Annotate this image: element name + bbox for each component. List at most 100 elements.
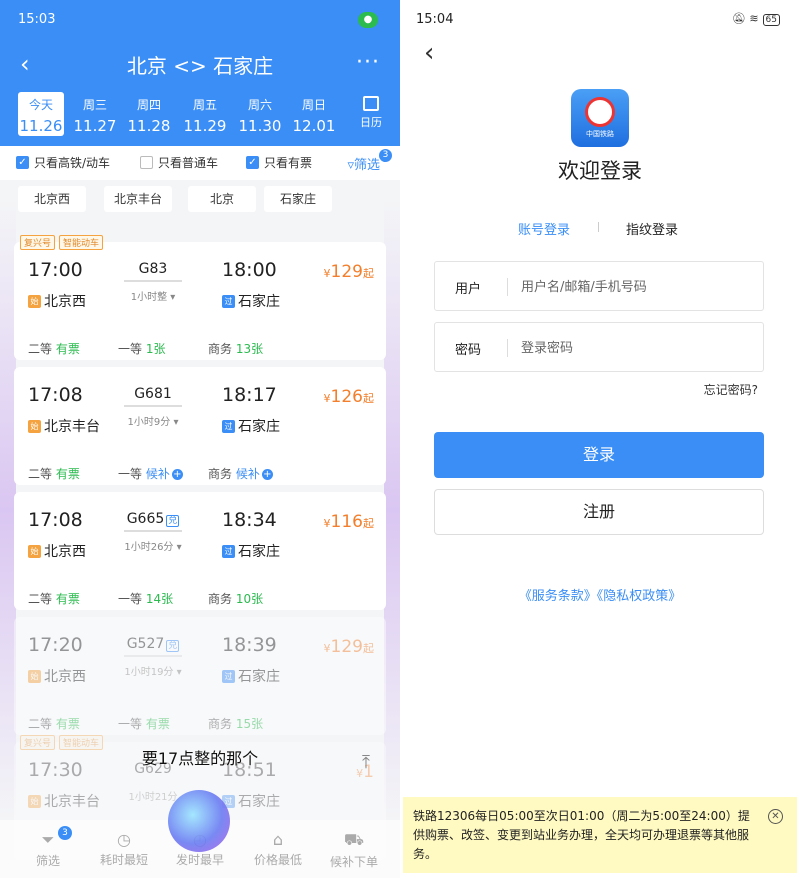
register-button[interactable]: 注册	[434, 489, 764, 535]
route-title: 北京 <> 石家庄	[126, 54, 274, 78]
filter-bar: ✓ 只看高铁/动车 只看普通车 ✓ 只看有票 ▿筛选 3	[0, 146, 400, 180]
seat-class: 二等	[28, 592, 53, 606]
seat-status: 14张	[145, 592, 174, 606]
train-card[interactable]: 复兴号 智能动车 17:00 G83 1小时整 ▾ 18:00 ¥129起 始北京…	[14, 235, 386, 360]
service-notice: 铁路12306每日05:00至次日01:00（周二为5:00至24:00）提供购…	[403, 797, 797, 873]
tab-cheapest[interactable]: ⌂ 价格最低	[238, 830, 318, 868]
logo-text: 中国铁路	[586, 130, 614, 138]
to-station: 过石家庄	[222, 791, 280, 811]
departure-time: 17:20	[28, 634, 83, 656]
date-tab[interactable]: 今天 11.26	[18, 92, 64, 136]
duration-text: 1小时19分	[124, 667, 174, 678]
to-station-name: 石家庄	[238, 544, 280, 560]
date-tab[interactable]: 周日 12.01	[291, 92, 337, 136]
date-tab[interactable]: 周五 11.29	[182, 92, 228, 136]
train-number: G83	[122, 261, 184, 277]
back-to-top-icon[interactable]: ⤒	[362, 752, 370, 773]
train-card[interactable]: 17:08 G665 兑 1小时26分 ▾ 18:34 ¥116起 始北京西 过石…	[14, 492, 386, 610]
station-chip[interactable]: 石家庄	[264, 186, 332, 212]
filter-button[interactable]: ▿筛选	[347, 154, 380, 173]
date-day: 11.27	[73, 117, 117, 135]
price: ¥126起	[324, 387, 374, 407]
terms-links[interactable]: 《服务条款》《隐私权政策》	[400, 585, 800, 604]
status-time: 15:03	[18, 12, 56, 27]
train-list-screen: 15:03 ● ‹ 北京 <> 石家庄 ··· 今天 11.26 周三 11.27 …	[0, 0, 400, 878]
date-tab[interactable]: 周六 11.30	[237, 92, 283, 136]
seat-class: 商务	[208, 717, 233, 731]
seat-business-waitlist[interactable]: 商务 候补 +	[208, 465, 273, 482]
price: ¥116起	[324, 512, 374, 532]
seat-first: 一等 1张	[118, 340, 165, 357]
station-chip[interactable]: 北京丰台	[104, 186, 172, 212]
filter-button-label: 筛选	[353, 158, 380, 173]
notice-text: 铁路12306每日05:00至次日01:00（周二为5:00至24:00）提供购…	[413, 809, 750, 861]
tab-filter[interactable]: ⏷ 筛选 3	[8, 826, 88, 869]
seat-second: 二等 有票	[28, 465, 80, 482]
date-day: 11.26	[19, 117, 63, 135]
station-chip[interactable]: 北京西	[18, 186, 86, 212]
train-number-text: G83	[138, 261, 168, 277]
departure-time: 17:08	[28, 509, 83, 531]
close-icon[interactable]: ✕	[768, 809, 783, 824]
seat-status: 候补	[235, 467, 260, 481]
voice-assistant-orb-icon[interactable]	[168, 790, 230, 852]
seat-class: 商务	[208, 467, 233, 481]
mic-icon: ●	[358, 12, 378, 28]
duration[interactable]: 1小时整 ▾	[110, 288, 196, 303]
start-station-icon: 始	[28, 669, 41, 683]
duration-text: 1小时9分	[127, 417, 171, 428]
duration[interactable]: 1小时26分 ▾	[110, 538, 196, 553]
tab-account-login[interactable]: 账号登录	[518, 219, 570, 238]
filter-available[interactable]: ✓ 只看有票	[246, 154, 312, 171]
train-number: G681	[122, 386, 184, 402]
seat-class: 二等	[28, 717, 53, 731]
tab-badge: 3	[58, 826, 72, 840]
date-tab[interactable]: 周三 11.27	[72, 92, 118, 136]
from-station: 始北京西	[28, 291, 86, 311]
filter-label: 只看高铁/动车	[34, 156, 111, 170]
filter-normal[interactable]: 只看普通车	[140, 154, 218, 171]
tab-label: 候补下单	[329, 855, 378, 869]
seat-class: 一等	[118, 592, 143, 606]
password-input[interactable]	[521, 333, 751, 363]
price: ¥129起	[324, 262, 374, 282]
date-day: 11.28	[127, 117, 171, 135]
back-icon[interactable]: ‹	[424, 38, 434, 68]
duration[interactable]: 1小时19分 ▾	[110, 663, 196, 678]
date-weekday: 周日	[301, 98, 326, 112]
forgot-password-link[interactable]: 忘记密码?	[704, 381, 758, 398]
assistant-glow	[384, 200, 400, 820]
calendar-icon	[363, 96, 379, 111]
train-tags: 复兴号 智能动车	[20, 235, 107, 250]
tab-shortest[interactable]: ◷ 耗时最短	[84, 830, 164, 868]
exchange-badge: 兑	[166, 640, 180, 652]
price-suffix: 起	[363, 517, 374, 530]
seat-status: 有票	[55, 717, 80, 731]
cart-icon: ⛟	[343, 830, 365, 849]
funnel-icon: ⏷	[41, 830, 55, 849]
departure-time: 17:00	[28, 259, 83, 281]
tab-waitlist[interactable]: ⛟ 候补下单	[314, 830, 394, 870]
train-number-text: G527	[126, 636, 165, 652]
from-station-name: 北京西	[44, 294, 86, 310]
seat-first-waitlist[interactable]: 一等 候补 +	[118, 465, 183, 482]
more-icon[interactable]: ···	[356, 50, 380, 75]
station-chip[interactable]: 北京	[188, 186, 256, 212]
filter-high-speed[interactable]: ✓ 只看高铁/动车	[16, 154, 110, 171]
add-icon: +	[171, 469, 183, 480]
to-station-name: 石家庄	[238, 669, 280, 685]
username-input[interactable]	[521, 272, 751, 302]
date-day: 11.30	[238, 117, 282, 135]
seat-business: 商务 10张	[208, 590, 263, 607]
login-button[interactable]: 登录	[434, 432, 764, 478]
seat-status: 有票	[145, 717, 170, 731]
duration[interactable]: 1小时9分 ▾	[110, 413, 196, 428]
tab-fingerprint-login[interactable]: 指纹登录	[626, 219, 678, 238]
date-tab[interactable]: 周四 11.28	[126, 92, 172, 136]
status-time: 15:04	[416, 12, 454, 27]
price-suffix: 起	[363, 267, 374, 280]
calendar-button[interactable]: 日历	[356, 96, 386, 130]
seat-status: 13张	[235, 342, 264, 356]
train-card[interactable]: 17:20 G527 兑 1小时19分 ▾ 18:39 ¥129起 始北京西 过石…	[14, 617, 386, 735]
train-card[interactable]: 17:08 G681 1小时9分 ▾ 18:17 ¥126起 始北京丰台 过石家…	[14, 367, 386, 485]
